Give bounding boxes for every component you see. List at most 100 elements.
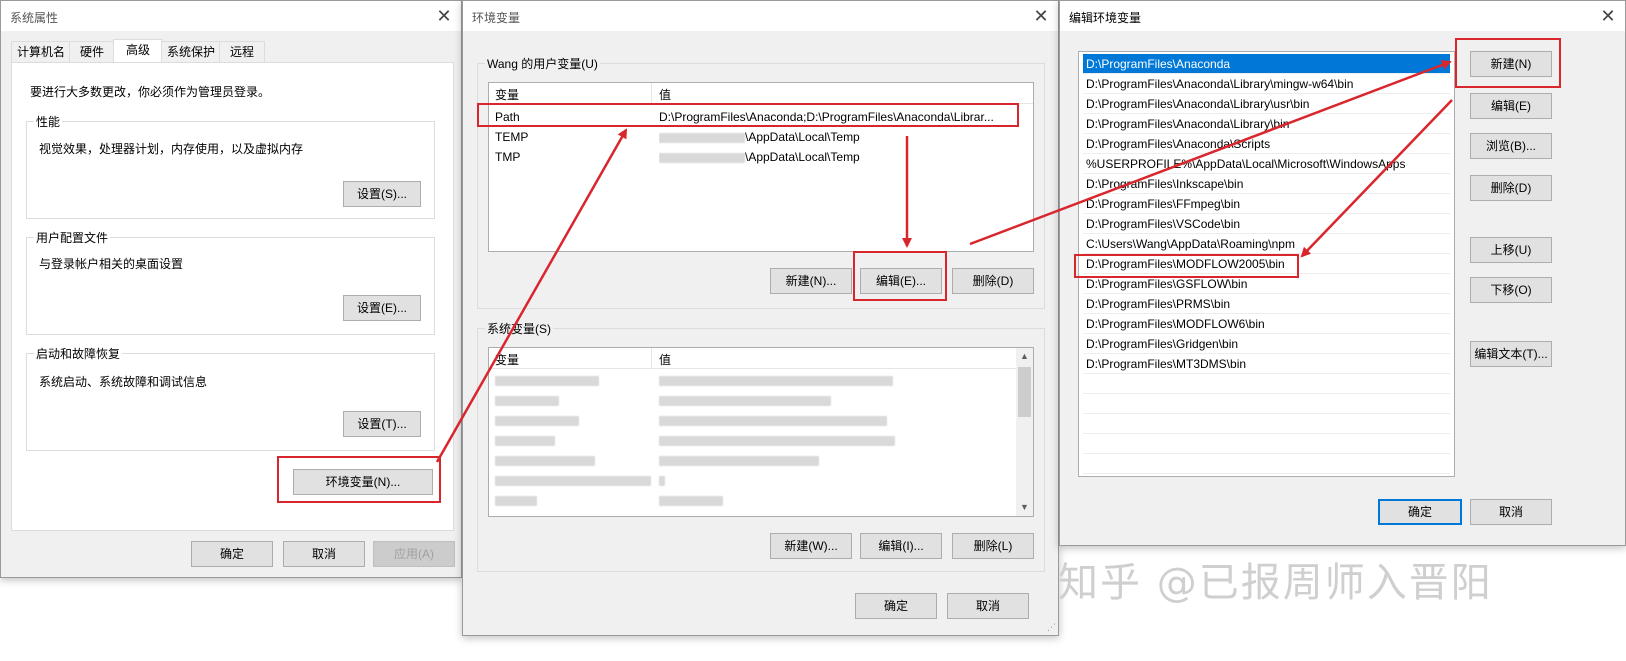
system-edit-button[interactable]: 编辑(I)... [860, 533, 942, 559]
column-divider [651, 83, 652, 103]
table-row[interactable]: Path D:\ProgramFiles\Anaconda;D:\Program… [489, 107, 1033, 127]
delete-button[interactable]: 删除(D) [1470, 175, 1552, 201]
list-item[interactable]: %USERPROFILE%\AppData\Local\Microsoft\Wi… [1083, 154, 1450, 174]
redacted-text [659, 416, 887, 426]
user-profile-desc: 与登录帐户相关的桌面设置 [39, 257, 184, 271]
edit-text-button[interactable]: 编辑文本(T)... [1470, 341, 1552, 367]
list-item[interactable]: D:\ProgramFiles\MODFLOW6\bin [1083, 314, 1450, 334]
column-header-value[interactable]: 值 [659, 86, 671, 103]
system-new-button[interactable]: 新建(W)... [770, 533, 852, 559]
list-item[interactable]: D:\ProgramFiles\VSCode\bin [1083, 214, 1450, 234]
redacted-text [495, 416, 579, 426]
user-delete-button[interactable]: 删除(D) [952, 268, 1034, 294]
redacted-text [659, 496, 723, 506]
new-button[interactable]: 新建(N) [1470, 51, 1552, 77]
cancel-button[interactable]: 取消 [1470, 499, 1552, 525]
variable-value: D:\ProgramFiles\Anaconda;D:\ProgramFiles… [659, 110, 994, 124]
ok-button[interactable]: 确定 [191, 541, 273, 567]
user-new-button[interactable]: 新建(N)... [770, 268, 852, 294]
variable-value: \AppData\Local\Temp [745, 130, 860, 144]
empty-row [1083, 374, 1450, 394]
list-item[interactable]: D:\ProgramFiles\Anaconda\Library\bin [1083, 114, 1450, 134]
list-item[interactable]: C:\Users\Wang\AppData\Roaming\npm [1083, 234, 1450, 254]
ok-button[interactable]: 确定 [1378, 499, 1462, 525]
table-row[interactable]: TEMP \AppData\Local\Temp [489, 127, 1033, 147]
column-header-value[interactable]: 值 [659, 351, 671, 368]
empty-row [1083, 434, 1450, 454]
variable-value-wrap: \AppData\Local\Temp [659, 147, 860, 167]
variable-name: Path [495, 110, 520, 124]
watermark: 知乎 @已报周师入晋阳 [1058, 560, 1493, 606]
title-bar: 环境变量 ✕ [463, 1, 1058, 31]
cancel-button[interactable]: 取消 [947, 593, 1029, 619]
redacted-text [495, 476, 651, 486]
user-profile-settings-button[interactable]: 设置(E)... [343, 295, 421, 321]
vertical-scrollbar[interactable]: ▲ ▼ [1016, 348, 1033, 516]
table-row[interactable]: TMP \AppData\Local\Temp [489, 147, 1033, 167]
list-item[interactable]: D:\ProgramFiles\Anaconda\Scripts [1083, 134, 1450, 154]
list-header: 变量 值 [489, 83, 1033, 104]
tab-computer-name[interactable]: 计算机名 [11, 41, 71, 62]
ok-button[interactable]: 确定 [855, 593, 937, 619]
environment-variables-button[interactable]: 环境变量(N)... [293, 469, 433, 495]
redacted-text [659, 476, 665, 486]
system-variables-group: 系统变量(S) 变量 值 ▲ ▼ 新建(W)... 编辑(I)... 删除(L) [477, 320, 1045, 572]
redacted-text [659, 436, 895, 446]
list-item[interactable]: D:\ProgramFiles\MT3DMS\bin [1083, 354, 1450, 374]
system-variables-list[interactable]: 变量 值 ▲ ▼ [488, 347, 1034, 517]
close-icon[interactable]: ✕ [433, 6, 455, 26]
variable-value: \AppData\Local\Temp [745, 150, 860, 164]
startup-recovery-settings-button[interactable]: 设置(T)... [343, 411, 421, 437]
list-item[interactable]: D:\ProgramFiles\FFmpeg\bin [1083, 194, 1450, 214]
variable-value-wrap: \AppData\Local\Temp [659, 127, 860, 147]
empty-row [1083, 394, 1450, 414]
move-up-button[interactable]: 上移(U) [1470, 237, 1552, 263]
cancel-button[interactable]: 取消 [283, 541, 365, 567]
redacted-text [659, 132, 745, 143]
tab-hardware[interactable]: 硬件 [69, 41, 115, 62]
startup-recovery-desc: 系统启动、系统故障和调试信息 [39, 375, 208, 389]
list-header: 变量 值 [489, 348, 1033, 369]
column-header-variable[interactable]: 变量 [495, 351, 519, 368]
close-icon[interactable]: ✕ [1030, 6, 1052, 26]
move-down-button[interactable]: 下移(O) [1470, 277, 1552, 303]
close-icon[interactable]: ✕ [1597, 6, 1619, 26]
column-header-variable[interactable]: 变量 [495, 86, 519, 103]
title-bar: 系统属性 ✕ [1, 1, 461, 31]
list-item[interactable]: D:\ProgramFiles\Anaconda\Library\usr\bin [1083, 94, 1450, 114]
redacted-text [659, 396, 831, 406]
startup-recovery-label: 启动和故障恢复 [34, 345, 123, 362]
scroll-up-icon[interactable]: ▲ [1016, 348, 1033, 365]
list-item[interactable]: D:\ProgramFiles\Gridgen\bin [1083, 334, 1450, 354]
list-item[interactable]: D:\ProgramFiles\Anaconda\Library\mingw-w… [1083, 74, 1450, 94]
redacted-text [495, 436, 555, 446]
tab-system-protection[interactable]: 系统保护 [161, 41, 221, 62]
system-delete-button[interactable]: 删除(L) [952, 533, 1034, 559]
redacted-text [659, 456, 819, 466]
scroll-thumb[interactable] [1018, 367, 1031, 417]
edit-button[interactable]: 编辑(E) [1470, 93, 1552, 119]
redacted-text [659, 376, 893, 386]
list-item[interactable]: D:\ProgramFiles\PRMS\bin [1083, 294, 1450, 314]
scroll-down-icon[interactable]: ▼ [1016, 499, 1033, 516]
user-variables-list[interactable]: 变量 值 Path D:\ProgramFiles\Anaconda;D:\Pr… [488, 82, 1034, 252]
user-variables-group: Wang 的用户变量(U) 变量 值 Path D:\ProgramFiles\… [477, 55, 1045, 309]
performance-settings-button[interactable]: 设置(S)... [343, 181, 421, 207]
resize-grip-icon[interactable]: ⋰ [1047, 622, 1056, 633]
browse-button[interactable]: 浏览(B)... [1470, 133, 1552, 159]
apply-button[interactable]: 应用(A) [373, 541, 455, 567]
list-item[interactable]: D:\ProgramFiles\MODFLOW2005\bin [1083, 254, 1450, 274]
tab-advanced[interactable]: 高级 [113, 39, 163, 63]
system-variables-label: 系统变量(S) [485, 320, 553, 337]
performance-desc: 视觉效果，处理器计划，内存使用，以及虚拟内存 [39, 142, 304, 156]
list-item[interactable]: D:\ProgramFiles\GSFLOW\bin [1083, 274, 1450, 294]
window-title: 环境变量 [472, 11, 521, 25]
startup-recovery-group: 启动和故障恢复 系统启动、系统故障和调试信息 设置(T)... [26, 345, 435, 451]
list-item[interactable]: D:\ProgramFiles\Inkscape\bin [1083, 174, 1450, 194]
list-item[interactable]: D:\ProgramFiles\Anaconda [1083, 54, 1450, 74]
user-edit-button[interactable]: 编辑(E)... [860, 268, 942, 294]
performance-group: 性能 视觉效果，处理器计划，内存使用，以及虚拟内存 设置(S)... [26, 113, 435, 219]
path-list[interactable]: D:\ProgramFiles\Anaconda D:\ProgramFiles… [1078, 51, 1455, 477]
tab-remote[interactable]: 远程 [219, 41, 265, 62]
user-profile-label: 用户配置文件 [34, 229, 111, 246]
